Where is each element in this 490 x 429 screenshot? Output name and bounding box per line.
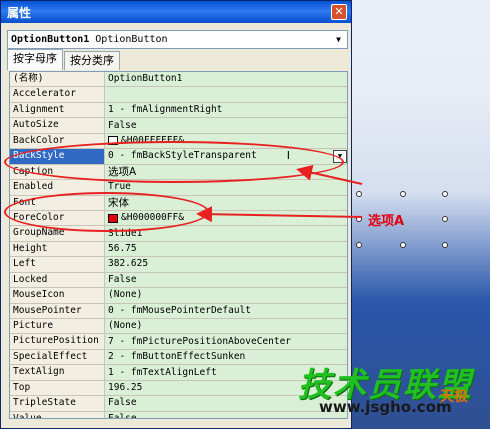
- watermark-url: www.jsgho.com: [319, 398, 452, 416]
- annotation-arrow: [296, 164, 363, 185]
- watermark-brand: 天极: [440, 389, 468, 405]
- annotation-arrow: [196, 206, 363, 223]
